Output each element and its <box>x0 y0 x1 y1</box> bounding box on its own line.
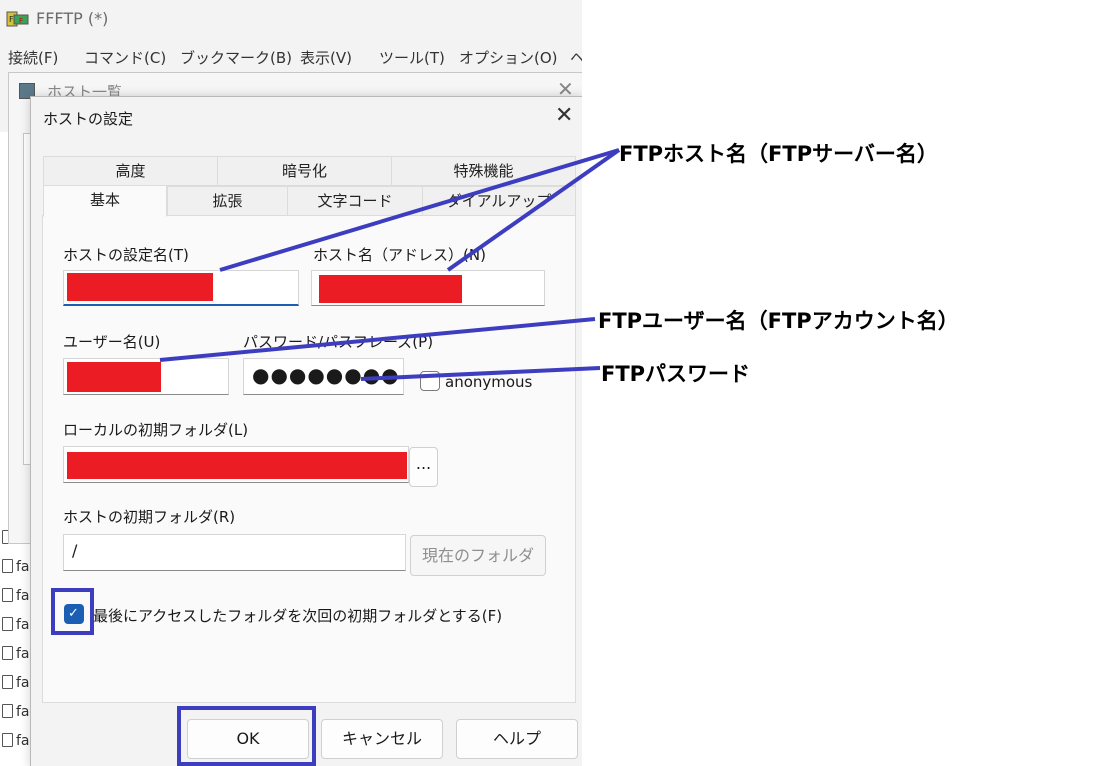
file-icon <box>2 617 13 631</box>
tab-dialup[interactable]: ダイアルアップ <box>422 186 576 216</box>
host-folder-value: / <box>72 541 78 560</box>
file-row[interactable]: fa <box>2 617 30 633</box>
redacted-value <box>319 275 462 303</box>
password-label: パスワード/パスフレーズ(P) <box>243 333 434 351</box>
user-name-field[interactable] <box>63 358 229 395</box>
highlight-ok-box <box>177 706 316 766</box>
file-icon <box>2 646 13 660</box>
file-icon <box>2 733 13 747</box>
dialog-close-icon[interactable]: ✕ <box>555 105 573 127</box>
host-name-label: ホスト名（アドレス）(N) <box>313 246 486 264</box>
ffftp-app-icon: F F <box>6 11 29 27</box>
file-row[interactable]: fa <box>2 704 30 720</box>
host-folder-field[interactable]: / <box>63 534 406 571</box>
redacted-value <box>67 362 161 392</box>
anonymous-checkbox[interactable] <box>420 371 440 391</box>
help-button[interactable]: ヘルプ <box>456 719 578 759</box>
anonymous-label: anonymous <box>445 373 533 391</box>
menu-options[interactable]: オプション(O) <box>459 47 558 68</box>
tab-basic[interactable]: 基本 <box>43 185 167 217</box>
local-folder-field[interactable] <box>63 446 409 483</box>
menu-tools[interactable]: ツール(T) <box>379 47 445 68</box>
host-settings-dialog: ホストの設定 ✕ 高度 暗号化 特殊機能 基本 拡張 文字コード ダイアルアップ… <box>30 96 582 766</box>
menu-view[interactable]: 表示(V) <box>300 47 352 68</box>
file-row[interactable]: fa <box>2 559 30 575</box>
annotation-ftp-host: FTPホスト名（FTPサーバー名） <box>619 142 938 166</box>
svg-text:F: F <box>9 15 14 24</box>
app-title: FFFTP (*) <box>36 9 109 28</box>
svg-text:F: F <box>19 17 23 25</box>
file-icon <box>2 675 13 689</box>
dialog-title: ホストの設定 <box>43 110 134 128</box>
last-folder-label: 最後にアクセスしたフォルダを次回の初期フォルダとする(F) <box>93 607 503 625</box>
annotation-ftp-user: FTPユーザー名（FTPアカウント名） <box>598 309 959 333</box>
menu-bookmark[interactable]: ブックマーク(B) <box>180 47 292 68</box>
tab-charset[interactable]: 文字コード <box>287 186 423 216</box>
cancel-button[interactable]: キャンセル <box>321 719 443 759</box>
host-name-field[interactable] <box>311 270 545 306</box>
main-titlebar: F F FFFTP (*) <box>0 0 582 40</box>
tab-advanced[interactable]: 高度 <box>43 156 218 186</box>
redacted-value <box>67 452 407 479</box>
annotation-ftp-password: FTPパスワード <box>601 362 751 386</box>
browse-local-folder-button[interactable]: ... <box>409 447 438 487</box>
file-row[interactable]: fa <box>2 733 30 749</box>
highlight-checkbox-box <box>51 588 94 635</box>
file-icon <box>2 704 13 718</box>
tab-extended[interactable]: 拡張 <box>167 186 288 216</box>
current-folder-button[interactable]: 現在のフォルダ <box>410 535 546 576</box>
menubar: 接続(F) コマンド(C) ブックマーク(B) 表示(V) ツール(T) オプシ… <box>0 42 582 72</box>
file-icon <box>2 559 13 573</box>
main-window: F F FFFTP (*) 接続(F) コマンド(C) ブックマーク(B) 表示… <box>0 0 582 766</box>
tab-encryption[interactable]: 暗号化 <box>217 156 392 186</box>
file-row[interactable]: fa <box>2 646 30 662</box>
file-icon <box>2 588 13 602</box>
menu-help[interactable]: ヘ <box>570 47 582 68</box>
local-folder-label: ローカルの初期フォルダ(L) <box>63 421 249 439</box>
password-field[interactable]: ●●●●●●●● <box>243 358 404 395</box>
redacted-value <box>67 273 213 301</box>
menu-connect[interactable]: 接続(F) <box>8 47 58 68</box>
host-setting-name-label: ホストの設定名(T) <box>63 246 189 264</box>
host-setting-name-field[interactable] <box>63 270 299 306</box>
user-name-label: ユーザー名(U) <box>63 333 161 351</box>
menu-command[interactable]: コマンド(C) <box>84 47 166 68</box>
file-row[interactable]: fa <box>2 588 30 604</box>
tab-special[interactable]: 特殊機能 <box>391 156 576 186</box>
host-folder-label: ホストの初期フォルダ(R) <box>63 508 236 526</box>
password-value: ●●●●●●●● <box>252 363 400 387</box>
file-row[interactable]: fa <box>2 675 30 691</box>
